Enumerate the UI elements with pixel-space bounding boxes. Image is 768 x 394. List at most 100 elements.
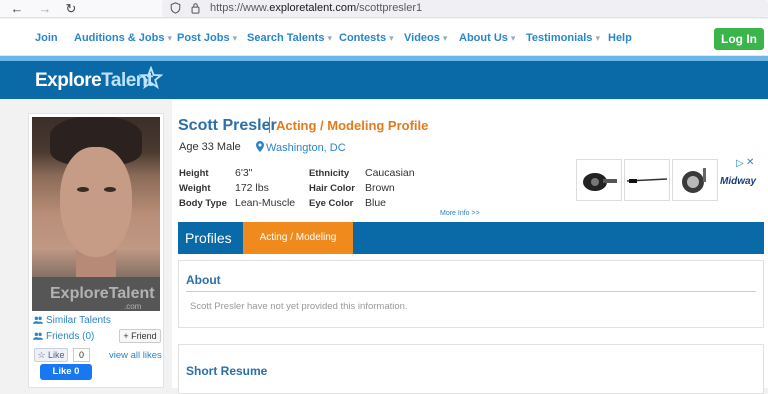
nav-testimonials-label: Testimonials [526, 32, 593, 44]
chevron-down-icon: ▾ [595, 33, 600, 43]
chevron-down-icon: ▾ [167, 33, 172, 43]
site-navigation: Join Auditions & Jobs ▾ Post Jobs ▾ Search… [0, 19, 768, 56]
ad-product-spinning-reel[interactable] [672, 159, 718, 201]
nav-help-label: Help [608, 32, 632, 44]
view-all-likes-link[interactable]: view all likes [109, 350, 162, 361]
nav-post-jobs[interactable]: Post Jobs ▾ [177, 32, 237, 44]
ad-choices-icon[interactable]: ▷ [736, 158, 744, 169]
nav-videos-label: Videos [404, 32, 440, 44]
section-divider [186, 291, 756, 292]
nav-search-talents[interactable]: Search Talents ▾ [247, 32, 332, 44]
back-arrow-icon[interactable]: ← [8, 0, 26, 18]
nav-about-us[interactable]: About Us ▾ [459, 32, 515, 44]
url-path: /scottpresler1 [356, 2, 423, 14]
attr-height-value: 6'3" [235, 167, 253, 179]
profiles-heading: Profiles [185, 230, 232, 246]
photo-watermark: ExploreTalent [50, 285, 155, 302]
fishing-rod-icon [626, 178, 668, 183]
short-resume-section: Short Resume [178, 344, 764, 394]
url-domain: exploretalent.com [269, 2, 357, 14]
ad-product-reel[interactable] [576, 159, 622, 201]
profile-sidebar: ExploreTalent .com Similar Talents Frien… [28, 113, 164, 388]
profile-main: Scott Presler Acting / Modeling Profile … [172, 100, 768, 394]
attr-height-label: Height [179, 168, 209, 179]
nav-videos[interactable]: Videos ▾ [404, 32, 447, 44]
attr-weight-label: Weight [179, 183, 211, 194]
facebook-like-label: Like 0 [52, 366, 80, 377]
chevron-down-icon: ▾ [442, 33, 448, 43]
attr-eyecolor-value: Blue [365, 197, 387, 209]
attr-haircolor-label: Hair Color [309, 183, 355, 194]
similar-talents-link[interactable]: Similar Talents [33, 315, 111, 326]
friends-label: Friends (0) [46, 331, 95, 342]
profile-type: Acting / Modeling Profile [276, 118, 429, 133]
users-icon [33, 317, 43, 325]
like-button[interactable]: ☆ Like [34, 348, 68, 362]
login-button[interactable]: Log In [714, 28, 764, 50]
ad-product-rod[interactable] [624, 159, 670, 201]
url-text: https://www.exploretalent.com/scottpresl… [210, 2, 422, 14]
photo-eye [77, 187, 89, 192]
attr-bodytype-label: Body Type [179, 198, 227, 209]
nav-testimonials[interactable]: Testimonials ▾ [526, 32, 600, 44]
friends-link[interactable]: Friends (0) [33, 331, 94, 342]
attr-weight-value: 172 lbs [235, 182, 269, 194]
more-info-link[interactable]: More Info >> [440, 210, 480, 217]
about-text: Scott Presler have not yet provided this… [190, 301, 408, 312]
title-separator [269, 117, 270, 133]
shield-icon[interactable] [170, 2, 181, 14]
browser-toolbar: ← → ↻ https://www.exploretalent.com/scot… [0, 0, 768, 18]
nav-join-label: Join [35, 32, 58, 44]
location-link[interactable]: Washington, DC [256, 141, 346, 154]
star-logo-icon [139, 66, 163, 90]
profiles-tabbar: Profiles Acting / Modeling [178, 222, 764, 254]
age-gender: Age 33 Male [179, 141, 241, 153]
attr-bodytype-value: Lean-Muscle [235, 197, 296, 209]
nav-auditions-label: Auditions & Jobs [74, 32, 165, 44]
thumbs-up-icon: ☆ [37, 350, 46, 360]
advertisement[interactable]: ▷ ✕ Midway [576, 156, 757, 202]
nav-help[interactable]: Help [608, 32, 632, 44]
brand-header: ExploreTalent [0, 61, 768, 99]
attr-haircolor-value: Brown [365, 182, 395, 194]
about-title: About [186, 273, 221, 287]
about-section: About Scott Presler have not yet provide… [178, 260, 764, 328]
tab-acting-modeling[interactable]: Acting / Modeling [243, 222, 353, 254]
nav-join[interactable]: Join [35, 32, 58, 44]
facebook-like-button[interactable]: Like 0 [40, 364, 92, 380]
address-bar[interactable]: https://www.exploretalent.com/scottpresl… [162, 0, 768, 17]
like-label: Like [48, 350, 65, 360]
profile-photo[interactable]: ExploreTalent .com [32, 117, 160, 311]
nav-contests[interactable]: Contests ▾ [339, 32, 394, 44]
chevron-down-icon: ▾ [232, 33, 238, 43]
attr-eyecolor-label: Eye Color [309, 198, 354, 209]
chevron-down-icon: ▾ [510, 33, 516, 43]
add-friend-button[interactable]: + Friend [119, 329, 161, 343]
spinning-reel-icon [682, 168, 706, 193]
ad-brand: Midway [720, 176, 757, 187]
map-pin-icon [256, 141, 264, 152]
reload-icon[interactable]: ↻ [62, 0, 80, 18]
users-icon [33, 333, 43, 341]
nav-contests-label: Contests [339, 32, 387, 44]
photo-eye [104, 187, 116, 192]
attr-ethnicity-label: Ethnicity [309, 168, 350, 179]
ad-close-icon[interactable]: ✕ [746, 157, 754, 168]
attr-ethnicity-value: Caucasian [365, 167, 415, 179]
chevron-down-icon: ▾ [389, 33, 394, 43]
lock-icon[interactable] [190, 2, 201, 14]
nav-search-talents-label: Search Talents [247, 32, 325, 44]
photo-face [60, 147, 132, 257]
similar-talents-label: Similar Talents [46, 315, 111, 326]
fishing-reel-icon [583, 173, 617, 191]
logo-explore: Explore [35, 70, 102, 91]
url-prefix: https://www. [210, 2, 270, 14]
profile-name: Scott Presler [178, 117, 277, 134]
nav-post-jobs-label: Post Jobs [177, 32, 230, 44]
photo-watermark-sub: .com [124, 302, 142, 311]
nav-auditions-jobs[interactable]: Auditions & Jobs ▾ [74, 32, 172, 44]
like-count: 0 [73, 348, 90, 362]
forward-arrow-icon[interactable]: → [36, 0, 54, 18]
site-logo[interactable]: ExploreTalent [35, 70, 153, 92]
nav-about-us-label: About Us [459, 32, 508, 44]
